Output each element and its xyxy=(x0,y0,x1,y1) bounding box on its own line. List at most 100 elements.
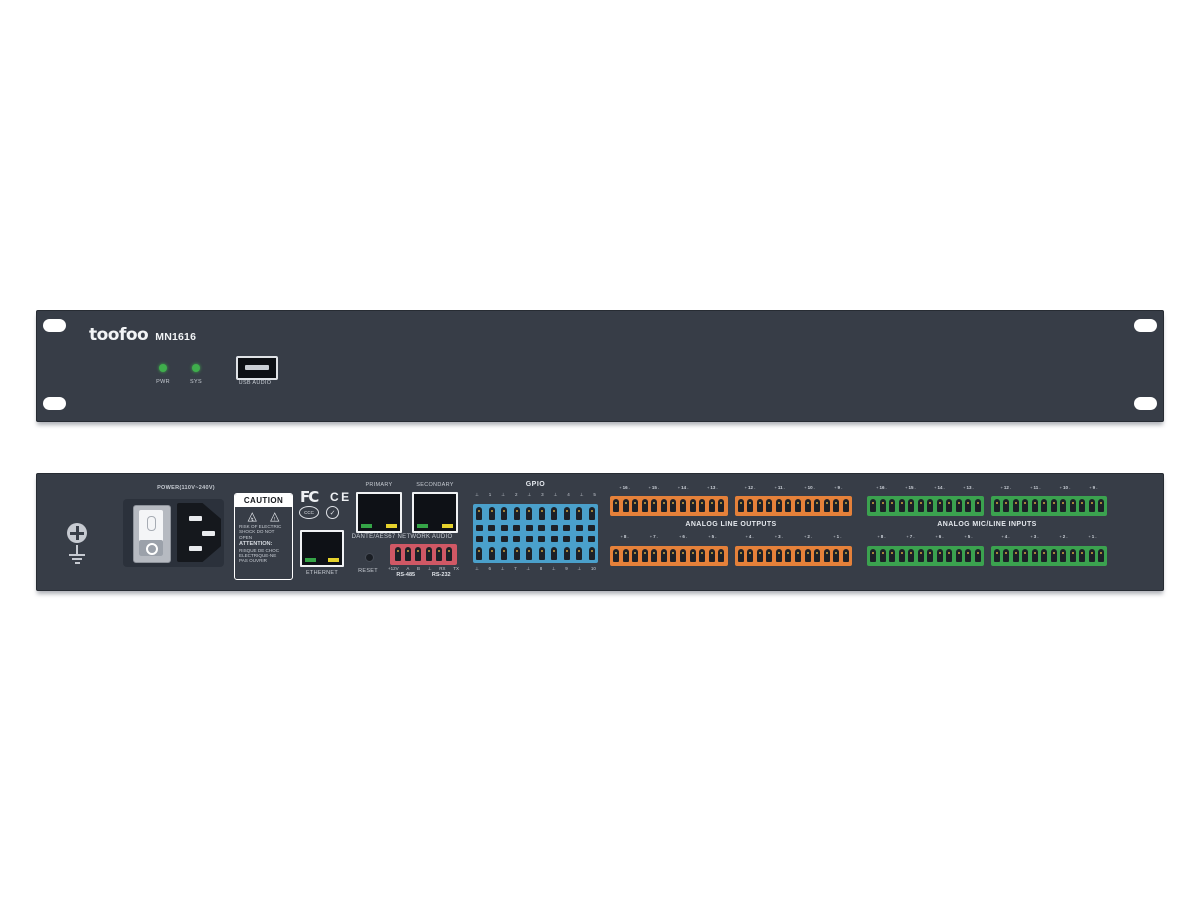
terminal-strip xyxy=(610,546,852,566)
screw-terminal xyxy=(776,549,782,562)
caution-label: CAUTION △↯ △! RISK OF ELECTRIC SHOCK DO … xyxy=(234,493,293,580)
screw-terminal xyxy=(539,507,545,520)
screw-terminal xyxy=(1022,549,1028,562)
screw-terminal xyxy=(489,547,495,560)
screw-terminal xyxy=(918,499,924,512)
screw-terminal xyxy=(1060,549,1066,562)
model-text: MN1616 xyxy=(155,331,196,343)
pin-label: ⊥ xyxy=(475,492,479,497)
rs485-label: RS-485 xyxy=(388,572,424,578)
secondary-port xyxy=(412,492,458,533)
power-inlet-module xyxy=(123,499,224,567)
screw-terminal xyxy=(661,549,667,562)
screw-terminal xyxy=(642,549,648,562)
screw-terminal xyxy=(395,547,401,561)
screw-terminal xyxy=(975,549,981,562)
screw-terminal xyxy=(994,499,1000,512)
ground-screw xyxy=(67,523,87,543)
pin-label: 3 xyxy=(541,492,544,497)
wire-port xyxy=(501,536,508,542)
gpio-terminal-block xyxy=(473,504,598,563)
channel-label: +4- xyxy=(1001,534,1009,539)
wire-port xyxy=(501,525,508,531)
cert-check-mark: ✓ xyxy=(326,506,339,519)
wire-port xyxy=(588,536,595,542)
channel-label: +3- xyxy=(1030,534,1038,539)
rack-mount-hole xyxy=(43,397,66,410)
screw-terminal xyxy=(632,499,638,512)
screw-terminal xyxy=(690,549,696,562)
screw-terminal xyxy=(785,499,791,512)
terminal-strip xyxy=(867,546,1107,566)
act-led xyxy=(442,524,453,528)
screw-terminal xyxy=(1041,549,1047,562)
serial-pin-labels: +12VAB⊥RXTX xyxy=(388,566,459,571)
rack-mount-hole xyxy=(43,319,66,332)
screw-terminal xyxy=(670,499,676,512)
channel-label: +12- xyxy=(1000,485,1011,490)
primary-label: PRIMARY xyxy=(356,482,402,488)
screw-terminal xyxy=(908,549,914,562)
screw-terminal xyxy=(937,499,943,512)
screw-terminal xyxy=(709,499,715,512)
screw-terminal xyxy=(946,499,952,512)
screw-terminal xyxy=(476,547,482,560)
link-led xyxy=(417,524,428,528)
wire-port xyxy=(526,536,533,542)
screw-terminal xyxy=(824,499,830,512)
reset-label: RESET xyxy=(353,568,383,574)
ccc-mark: CCC xyxy=(299,506,319,519)
terminal-strip xyxy=(610,496,852,516)
screw-terminal xyxy=(576,507,582,520)
act-led xyxy=(386,524,397,528)
pin-label: 4 xyxy=(567,492,570,497)
channel-label: +12- xyxy=(745,485,756,490)
screw-terminal xyxy=(632,549,638,562)
screw-terminal xyxy=(927,499,933,512)
screw-terminal xyxy=(1098,499,1104,512)
pin-label: ⊥ xyxy=(527,492,531,497)
screw-terminal xyxy=(476,507,482,520)
pin-label: ⊥ xyxy=(501,566,505,571)
gpio-title: GPIO xyxy=(473,481,598,488)
wire-port xyxy=(476,536,483,542)
screw-terminal xyxy=(880,499,886,512)
screw-terminal xyxy=(670,549,676,562)
screw-terminal xyxy=(1079,549,1085,562)
usb-tongue xyxy=(245,365,269,370)
screw-terminal xyxy=(918,549,924,562)
channel-label: +8- xyxy=(621,534,629,539)
screw-terminal xyxy=(889,499,895,512)
screw-terminal xyxy=(576,547,582,560)
screw-terminal xyxy=(1070,499,1076,512)
serial-group-labels: RS-485 RS-232 xyxy=(388,572,459,578)
reset-button xyxy=(365,553,374,562)
screw-terminal xyxy=(908,499,914,512)
screw-terminal xyxy=(776,499,782,512)
screw-terminal xyxy=(426,547,432,561)
screw-terminal xyxy=(526,507,532,520)
link-led xyxy=(305,558,316,562)
screw-terminal xyxy=(1098,549,1104,562)
screw-terminal xyxy=(564,507,570,520)
channel-label: +10- xyxy=(804,485,815,490)
screw-terminal xyxy=(539,547,545,560)
channel-label: +16- xyxy=(619,485,630,490)
screw-terminal xyxy=(651,499,657,512)
wire-port xyxy=(488,525,495,531)
front-panel: toofoo MN1616 PWR SYS USB AUDIO xyxy=(36,310,1164,422)
channel-label: +1- xyxy=(833,534,841,539)
terminal-strip xyxy=(867,496,1107,516)
screw-terminal xyxy=(965,499,971,512)
screw-terminal xyxy=(1013,549,1019,562)
brand-logo: toofoo MN1616 xyxy=(89,325,196,345)
screw-terminal xyxy=(880,549,886,562)
channel-label: +1- xyxy=(1088,534,1096,539)
pin-label: ⊥ xyxy=(428,566,432,571)
back-panel: POWER(110V~240V) CAUTION △↯ △! RISK OF E… xyxy=(36,473,1164,591)
channel-label-row: +16-+15-+14-+13-+12-+11-+10-+9- xyxy=(867,485,1107,490)
screw-terminal xyxy=(899,549,905,562)
wire-port xyxy=(488,536,495,542)
screw-terminal xyxy=(795,549,801,562)
screw-terminal xyxy=(766,549,772,562)
